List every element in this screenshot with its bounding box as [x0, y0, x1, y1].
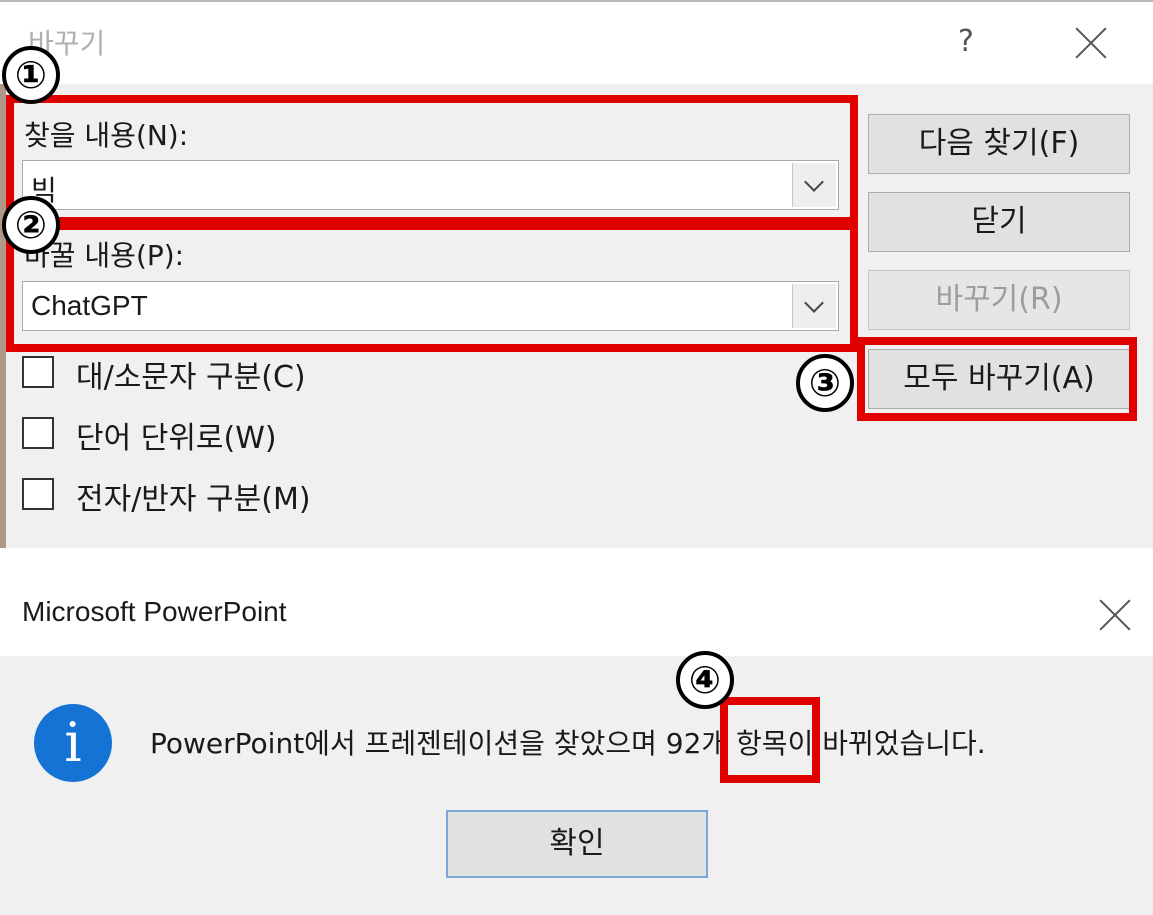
highlight-box-find — [6, 95, 858, 225]
message-text: PowerPoint에서 프레젠테이션을 찾았으며 92개 항목이 바뀌었습니다… — [150, 727, 986, 760]
step-marker-1: ① — [2, 46, 60, 104]
help-button[interactable]: ? — [958, 24, 974, 59]
highlight-box-replace-all — [857, 337, 1137, 421]
step-marker-3: ③ — [796, 354, 854, 412]
close-button[interactable]: 닫기 — [868, 192, 1130, 252]
highlight-box-replace — [6, 222, 858, 352]
close-icon[interactable] — [1098, 598, 1132, 632]
option-label: 대/소문자 구분(C) — [76, 360, 306, 395]
close-icon[interactable] — [1074, 26, 1108, 60]
option-label: 전자/반자 구분(M) — [76, 482, 311, 517]
message-box-title: Microsoft PowerPoint — [22, 596, 287, 627]
checkbox[interactable] — [22, 356, 54, 388]
step-marker-2: ② — [2, 196, 60, 254]
replace-dialog-titlebar: 바꾸기 ? — [0, 0, 1153, 84]
message-box-titlebar: Microsoft PowerPoint — [0, 548, 1153, 656]
checkbox[interactable] — [22, 478, 54, 510]
ok-button[interactable]: 확인 — [446, 810, 708, 878]
step-marker-4: ④ — [676, 651, 734, 709]
checkbox[interactable] — [22, 417, 54, 449]
info-icon: i — [34, 704, 112, 782]
replace-button[interactable]: 바꾸기(R) — [868, 270, 1130, 330]
option-label: 단어 단위로(W) — [76, 421, 277, 456]
find-next-button[interactable]: 다음 찾기(F) — [868, 114, 1130, 174]
highlight-box-count — [720, 697, 820, 783]
